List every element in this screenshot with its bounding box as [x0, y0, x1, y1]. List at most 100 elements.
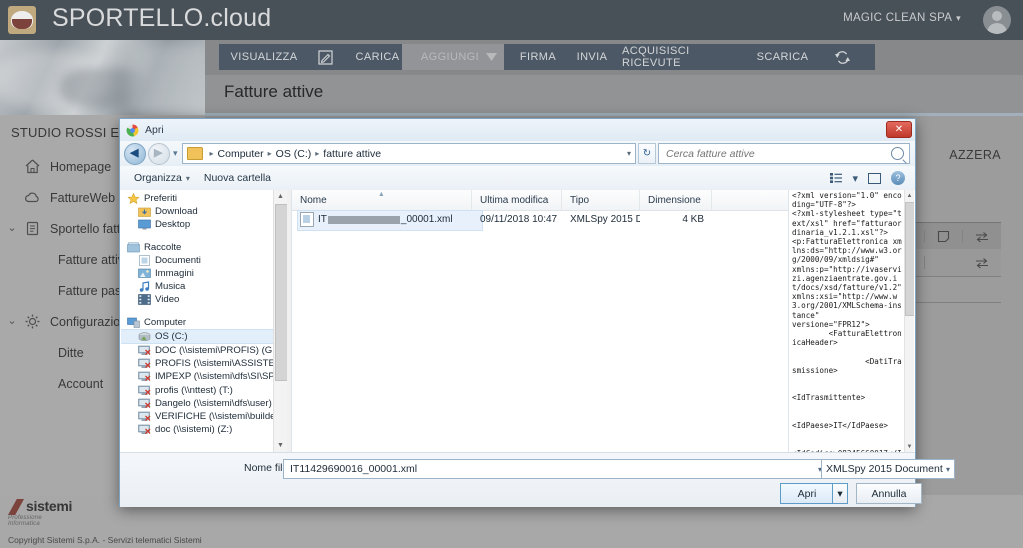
tree-scroll-thumb[interactable]: [275, 204, 287, 381]
toolbar-button-acquisisci-ricevute[interactable]: ACQUISISCI RICEVUTE: [612, 44, 756, 70]
tree-item-desktop[interactable]: Desktop: [121, 218, 273, 231]
search-input[interactable]: [664, 146, 891, 161]
column-header-tipo[interactable]: Tipo: [562, 190, 640, 210]
tree-item-doc-sistemi-z[interactable]: doc (\\sistemi) (Z:): [121, 423, 273, 436]
organizza-menu[interactable]: Organizza ▾: [134, 172, 190, 184]
tree-item-label: IMPEXP (\\sistemi\dfs\SI\SPRING_ES): [155, 371, 287, 383]
file-list-pane: Nome ▲ Ultima modifica Tipo Dimensione IT _00…: [291, 190, 789, 452]
dialog-title-bar[interactable]: Apri ✕: [120, 119, 915, 141]
tree-item-preferiti[interactable]: Preferiti: [121, 192, 273, 205]
breadcrumb-sep-0: ▸: [209, 149, 214, 158]
file-list-column-headers: Nome ▲ Ultima modifica Tipo Dimensione: [292, 190, 789, 211]
breadcrumb-item-computer[interactable]: Computer: [218, 148, 264, 160]
open-button[interactable]: Apri: [780, 483, 834, 504]
column-header-label: Nome: [300, 194, 327, 206]
company-menu[interactable]: MAGIC CLEAN SPA ▾: [843, 12, 961, 24]
list-view-icon[interactable]: [830, 173, 843, 183]
nuova-cartella-button[interactable]: Nuova cartella: [204, 172, 271, 184]
tree-item-profis-sistemi-assistenza-l[interactable]: PROFIS (\\sistemi\ASSISTENZA) (L:): [121, 357, 287, 370]
tree-item-computer[interactable]: Computer: [121, 316, 273, 329]
sidebar-item-label: Account: [58, 376, 104, 391]
tree-item-profis-nttest-t[interactable]: profis (\\nttest) (T:): [121, 383, 273, 396]
tree-item-dangelo-sistemi-dfs-user-u[interactable]: Dangelo (\\sistemi\dfs\user) (U:): [121, 397, 287, 410]
breadcrumb-item-fatture-attive[interactable]: fatture attive: [323, 148, 381, 160]
help-icon[interactable]: ?: [891, 171, 905, 185]
close-icon[interactable]: ✕: [886, 121, 912, 138]
computer-icon: [127, 317, 140, 328]
tree-item-raccolte[interactable]: Raccolte: [121, 241, 273, 254]
copyright-text: Copyright Sistemi S.p.A. - Servizi telem…: [8, 535, 202, 545]
preview-pane: <?xml version="1.0" encoding="UTF-8"?> <…: [788, 190, 914, 452]
toolbar-button-visualizza[interactable]: VISUALIZZA: [219, 44, 309, 70]
tree-item-download[interactable]: Download: [121, 205, 273, 218]
preview-scroll-down-icon[interactable]: ▼: [905, 441, 914, 452]
tree-item-musica[interactable]: Musica: [121, 280, 273, 293]
tree-item-impexp-sistemi-dfs-si-spring-es[interactable]: IMPEXP (\\sistemi\dfs\SI\SPRING_ES): [121, 370, 287, 383]
preview-scrollbar[interactable]: ▲ ▼: [904, 190, 914, 452]
note-icon[interactable]: [925, 230, 964, 243]
recent-locations-icon[interactable]: ▾: [173, 148, 178, 159]
page-title: Fatture attive: [224, 82, 324, 101]
preview-scroll-thumb[interactable]: [905, 202, 914, 316]
tree-item-documenti[interactable]: Documenti: [121, 254, 273, 267]
breadcrumb-dropdown-icon[interactable]: ▾: [627, 149, 631, 158]
navigation-tree-items: Preferiti Download Desktop Raccolte Document…: [121, 192, 287, 436]
open-split-caret-icon[interactable]: ▾: [832, 483, 848, 504]
chevron-down-icon[interactable]: ⌄: [6, 222, 18, 234]
chevron-down-icon[interactable]: ⌄: [6, 315, 18, 327]
transfer-icon[interactable]: [963, 231, 1001, 243]
refresh-icon[interactable]: ↻: [638, 143, 656, 164]
tree-scrollbar[interactable]: ▲ ▼: [273, 190, 287, 452]
navigation-tree: Preferiti Download Desktop Raccolte Document…: [121, 190, 287, 452]
toolbar-button-label: INVIA: [576, 51, 608, 63]
harddisk-icon: [138, 331, 151, 342]
column-header-dimensione[interactable]: Dimensione: [640, 190, 712, 210]
filename-field[interactable]: ▾: [283, 459, 827, 479]
chevron-down-icon[interactable]: ▾: [852, 172, 858, 185]
file-name-redaction: [327, 215, 400, 224]
azzera-button[interactable]: AZZERA: [949, 148, 1001, 162]
column-header-nome[interactable]: Nome ▲: [292, 190, 472, 210]
tree-item-immagini[interactable]: Immagini: [121, 267, 273, 280]
avatar[interactable]: [983, 6, 1011, 34]
file-size-cell: 4 KB: [682, 214, 704, 225]
sistemi-logo-tagline: Professione Informatica: [8, 515, 42, 527]
toolbar-button-label: ACQUISISCI RICEVUTE: [622, 45, 690, 69]
netdrive-icon: [138, 345, 151, 356]
filename-input[interactable]: [288, 462, 818, 476]
documents-icon: [138, 254, 151, 266]
top-navigation-bar: SPORTELLO.cloud MAGIC CLEAN SPA ▾: [0, 0, 1023, 40]
tree-item-label: doc (\\sistemi) (Z:): [155, 424, 233, 436]
breadcrumb-item-os-c[interactable]: OS (C:): [276, 148, 312, 160]
search-box[interactable]: [658, 143, 910, 164]
tree-item-label: Download: [155, 206, 198, 218]
tree-scroll-up-icon[interactable]: ▲: [274, 190, 287, 203]
tree-scroll-down-icon[interactable]: ▼: [274, 439, 287, 452]
cancel-button[interactable]: Annulla: [856, 483, 922, 504]
chevron-down-icon: ▾: [185, 174, 190, 183]
tree-item-label: Documenti: [155, 254, 201, 266]
column-header-ultima-modifica[interactable]: Ultima modifica: [472, 190, 562, 210]
toolbar-button-label: CARICA: [355, 51, 400, 63]
tree-item-doc-sistemi-profis-g[interactable]: DOC (\\sistemi\PROFIS) (G:): [121, 344, 278, 357]
forward-button[interactable]: ▶: [148, 142, 170, 165]
xml-file-icon: [300, 212, 314, 227]
file-name-cell[interactable]: IT _00001.xml: [292, 212, 472, 227]
tree-item-verifiche-sistemi-builder-coll[interactable]: VERIFICHE (\\sistemi\builder\COLL) (: [121, 410, 287, 423]
toolbar-button-refresh-icon[interactable]: [809, 44, 875, 70]
transfer-icon[interactable]: [963, 257, 1001, 269]
breadcrumb[interactable]: ▸ Computer ▸ OS (C:) ▸ fatture attive ▾: [181, 143, 636, 164]
back-button[interactable]: ◀: [124, 142, 146, 165]
preview-scroll-up-icon[interactable]: ▲: [905, 190, 914, 201]
toolbar-button-label: AGGIUNGI: [420, 51, 480, 63]
netdrive-icon: [138, 385, 151, 396]
tree-item-label: Preferiti: [144, 193, 178, 205]
tree-gap: [121, 307, 273, 316]
tree-item-video[interactable]: Video: [121, 293, 273, 306]
video-icon: [138, 294, 151, 306]
file-list-row[interactable]: IT _00001.xml 09/11/2018 10:47 XMLSpy 2015 …: [292, 211, 789, 228]
tree-item-os-c[interactable]: OS (C:): [121, 328, 273, 344]
brand-title: SPORTELLO.cloud: [52, 4, 272, 32]
preview-pane-icon[interactable]: [868, 172, 881, 184]
filetype-select[interactable]: XMLSpy 2015 Document ▾: [821, 459, 955, 479]
